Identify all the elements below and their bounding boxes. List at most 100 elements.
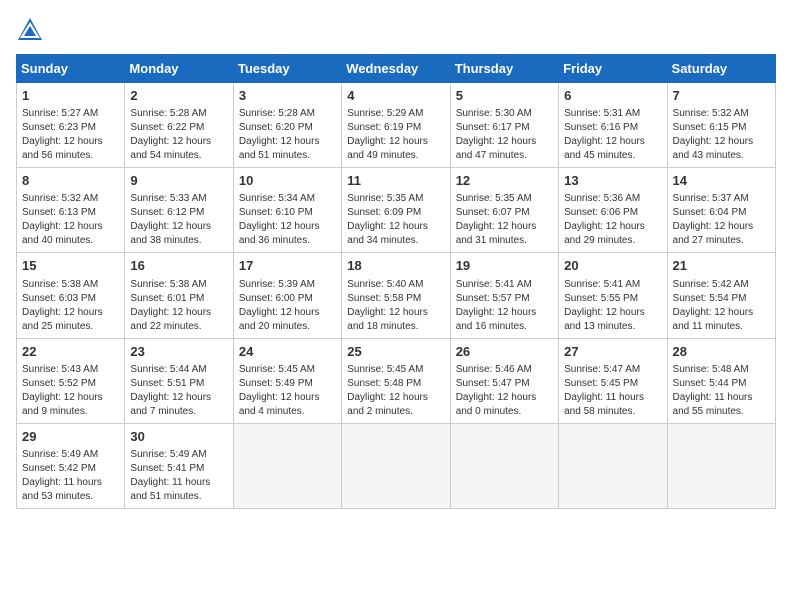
day-info: Sunrise: 5:41 AMSunset: 5:55 PMDaylight:…: [564, 279, 645, 332]
page-header: [16, 16, 776, 44]
calendar-day-cell: 16Sunrise: 5:38 AMSunset: 6:01 PMDayligh…: [125, 253, 233, 338]
calendar-table: SundayMondayTuesdayWednesdayThursdayFrid…: [16, 54, 776, 509]
calendar-day-cell: 14Sunrise: 5:37 AMSunset: 6:04 PMDayligh…: [667, 168, 775, 253]
day-info: Sunrise: 5:30 AMSunset: 6:17 PMDaylight:…: [456, 108, 537, 161]
day-number: 12: [456, 172, 553, 190]
day-number: 18: [347, 257, 444, 275]
calendar-day-cell: 28 Sunrise: 5:48 AMSunset: 5:44 PMDayligh…: [667, 338, 775, 423]
day-info: Sunrise: 5:35 AMSunset: 6:09 PMDaylight:…: [347, 193, 428, 246]
calendar-day-cell: 3 Sunrise: 5:28 AMSunset: 6:20 PMDaylight…: [233, 83, 341, 168]
day-number: 23: [130, 343, 227, 361]
day-number: 9: [130, 172, 227, 190]
day-number: 1: [22, 87, 119, 105]
calendar-week-row: 22 Sunrise: 5:43 AMSunset: 5:52 PMDayligh…: [17, 338, 776, 423]
day-info: Sunrise: 5:36 AMSunset: 6:06 PMDaylight:…: [564, 193, 645, 246]
calendar-day-cell: 6 Sunrise: 5:31 AMSunset: 6:16 PMDaylight…: [559, 83, 667, 168]
day-info: Sunrise: 5:48 AMSunset: 5:44 PMDaylight:…: [673, 364, 753, 417]
day-number: 7: [673, 87, 770, 105]
day-info: Sunrise: 5:49 AMSunset: 5:41 PMDaylight:…: [130, 449, 210, 502]
day-number: 26: [456, 343, 553, 361]
day-info: Sunrise: 5:34 AMSunset: 6:10 PMDaylight:…: [239, 193, 320, 246]
day-info: Sunrise: 5:42 AMSunset: 5:54 PMDaylight:…: [673, 279, 754, 332]
calendar-week-row: 1 Sunrise: 5:27 AMSunset: 6:23 PMDaylight…: [17, 83, 776, 168]
calendar-day-cell: 29 Sunrise: 5:49 AMSunset: 5:42 PMDayligh…: [17, 423, 125, 508]
calendar-day-cell: 4Sunrise: 5:29 AMSunset: 6:19 PMDaylight…: [342, 83, 450, 168]
calendar-day-cell: [450, 423, 558, 508]
calendar-week-row: 29 Sunrise: 5:49 AMSunset: 5:42 PMDayligh…: [17, 423, 776, 508]
calendar-day-cell: [559, 423, 667, 508]
column-header-wednesday: Wednesday: [342, 55, 450, 83]
column-header-friday: Friday: [559, 55, 667, 83]
column-header-sunday: Sunday: [17, 55, 125, 83]
calendar-day-cell: [342, 423, 450, 508]
day-number: 20: [564, 257, 661, 275]
calendar-day-cell: 21 Sunrise: 5:42 AMSunset: 5:54 PMDayligh…: [667, 253, 775, 338]
day-info: Sunrise: 5:46 AMSunset: 5:47 PMDaylight:…: [456, 364, 537, 417]
calendar-day-cell: 1 Sunrise: 5:27 AMSunset: 6:23 PMDaylight…: [17, 83, 125, 168]
calendar-day-cell: 17 Sunrise: 5:39 AMSunset: 6:00 PMDayligh…: [233, 253, 341, 338]
day-info: Sunrise: 5:31 AMSunset: 6:16 PMDaylight:…: [564, 108, 645, 161]
calendar-day-cell: [233, 423, 341, 508]
day-info: Sunrise: 5:41 AMSunset: 5:57 PMDaylight:…: [456, 279, 537, 332]
day-number: 15: [22, 257, 119, 275]
day-number: 24: [239, 343, 336, 361]
day-info: Sunrise: 5:28 AMSunset: 6:22 PMDaylight:…: [130, 108, 211, 161]
calendar-day-cell: 20 Sunrise: 5:41 AMSunset: 5:55 PMDayligh…: [559, 253, 667, 338]
logo-icon: [16, 16, 44, 44]
column-header-thursday: Thursday: [450, 55, 558, 83]
day-info: Sunrise: 5:39 AMSunset: 6:00 PMDaylight:…: [239, 279, 320, 332]
column-header-saturday: Saturday: [667, 55, 775, 83]
calendar-day-cell: 8 Sunrise: 5:32 AMSunset: 6:13 PMDaylight…: [17, 168, 125, 253]
calendar-day-cell: 9Sunrise: 5:33 AMSunset: 6:12 PMDaylight…: [125, 168, 233, 253]
day-info: Sunrise: 5:38 AMSunset: 6:03 PMDaylight:…: [22, 279, 103, 332]
day-info: Sunrise: 5:32 AMSunset: 6:13 PMDaylight:…: [22, 193, 103, 246]
calendar-day-cell: 18 Sunrise: 5:40 AMSunset: 5:58 PMDayligh…: [342, 253, 450, 338]
day-info: Sunrise: 5:35 AMSunset: 6:07 PMDaylight:…: [456, 193, 537, 246]
day-info: Sunrise: 5:45 AMSunset: 5:49 PMDaylight:…: [239, 364, 320, 417]
day-info: Sunrise: 5:29 AMSunset: 6:19 PMDaylight:…: [347, 108, 428, 161]
day-number: 5: [456, 87, 553, 105]
day-number: 29: [22, 428, 119, 446]
calendar-day-cell: 11 Sunrise: 5:35 AMSunset: 6:09 PMDayligh…: [342, 168, 450, 253]
day-info: Sunrise: 5:45 AMSunset: 5:48 PMDaylight:…: [347, 364, 428, 417]
day-number: 21: [673, 257, 770, 275]
calendar-day-cell: 5 Sunrise: 5:30 AMSunset: 6:17 PMDaylight…: [450, 83, 558, 168]
day-number: 22: [22, 343, 119, 361]
calendar-day-cell: 24 Sunrise: 5:45 AMSunset: 5:49 PMDayligh…: [233, 338, 341, 423]
day-info: Sunrise: 5:44 AMSunset: 5:51 PMDaylight:…: [130, 364, 211, 417]
day-info: Sunrise: 5:43 AMSunset: 5:52 PMDaylight:…: [22, 364, 103, 417]
day-number: 3: [239, 87, 336, 105]
calendar-day-cell: 19 Sunrise: 5:41 AMSunset: 5:57 PMDayligh…: [450, 253, 558, 338]
day-number: 25: [347, 343, 444, 361]
day-number: 6: [564, 87, 661, 105]
day-number: 30: [130, 428, 227, 446]
calendar-day-cell: 12 Sunrise: 5:35 AMSunset: 6:07 PMDayligh…: [450, 168, 558, 253]
column-header-monday: Monday: [125, 55, 233, 83]
day-number: 16: [130, 257, 227, 275]
calendar-day-cell: 30 Sunrise: 5:49 AMSunset: 5:41 PMDayligh…: [125, 423, 233, 508]
logo: [16, 16, 48, 44]
calendar-day-cell: 27Sunrise: 5:47 AMSunset: 5:45 PMDayligh…: [559, 338, 667, 423]
day-info: Sunrise: 5:37 AMSunset: 6:04 PMDaylight:…: [673, 193, 754, 246]
day-info: Sunrise: 5:28 AMSunset: 6:20 PMDaylight:…: [239, 108, 320, 161]
day-number: 28: [673, 343, 770, 361]
day-number: 19: [456, 257, 553, 275]
calendar-week-row: 8 Sunrise: 5:32 AMSunset: 6:13 PMDaylight…: [17, 168, 776, 253]
day-number: 11: [347, 172, 444, 190]
day-number: 17: [239, 257, 336, 275]
day-info: Sunrise: 5:27 AMSunset: 6:23 PMDaylight:…: [22, 108, 103, 161]
day-number: 10: [239, 172, 336, 190]
calendar-header-row: SundayMondayTuesdayWednesdayThursdayFrid…: [17, 55, 776, 83]
day-number: 27: [564, 343, 661, 361]
day-number: 2: [130, 87, 227, 105]
calendar-day-cell: 26 Sunrise: 5:46 AMSunset: 5:47 PMDayligh…: [450, 338, 558, 423]
calendar-day-cell: 25 Sunrise: 5:45 AMSunset: 5:48 PMDayligh…: [342, 338, 450, 423]
calendar-week-row: 15 Sunrise: 5:38 AMSunset: 6:03 PMDayligh…: [17, 253, 776, 338]
day-info: Sunrise: 5:49 AMSunset: 5:42 PMDaylight:…: [22, 449, 102, 502]
calendar-day-cell: [667, 423, 775, 508]
calendar-day-cell: 7Sunrise: 5:32 AMSunset: 6:15 PMDaylight…: [667, 83, 775, 168]
column-header-tuesday: Tuesday: [233, 55, 341, 83]
day-info: Sunrise: 5:40 AMSunset: 5:58 PMDaylight:…: [347, 279, 428, 332]
day-number: 8: [22, 172, 119, 190]
calendar-day-cell: 10 Sunrise: 5:34 AMSunset: 6:10 PMDayligh…: [233, 168, 341, 253]
